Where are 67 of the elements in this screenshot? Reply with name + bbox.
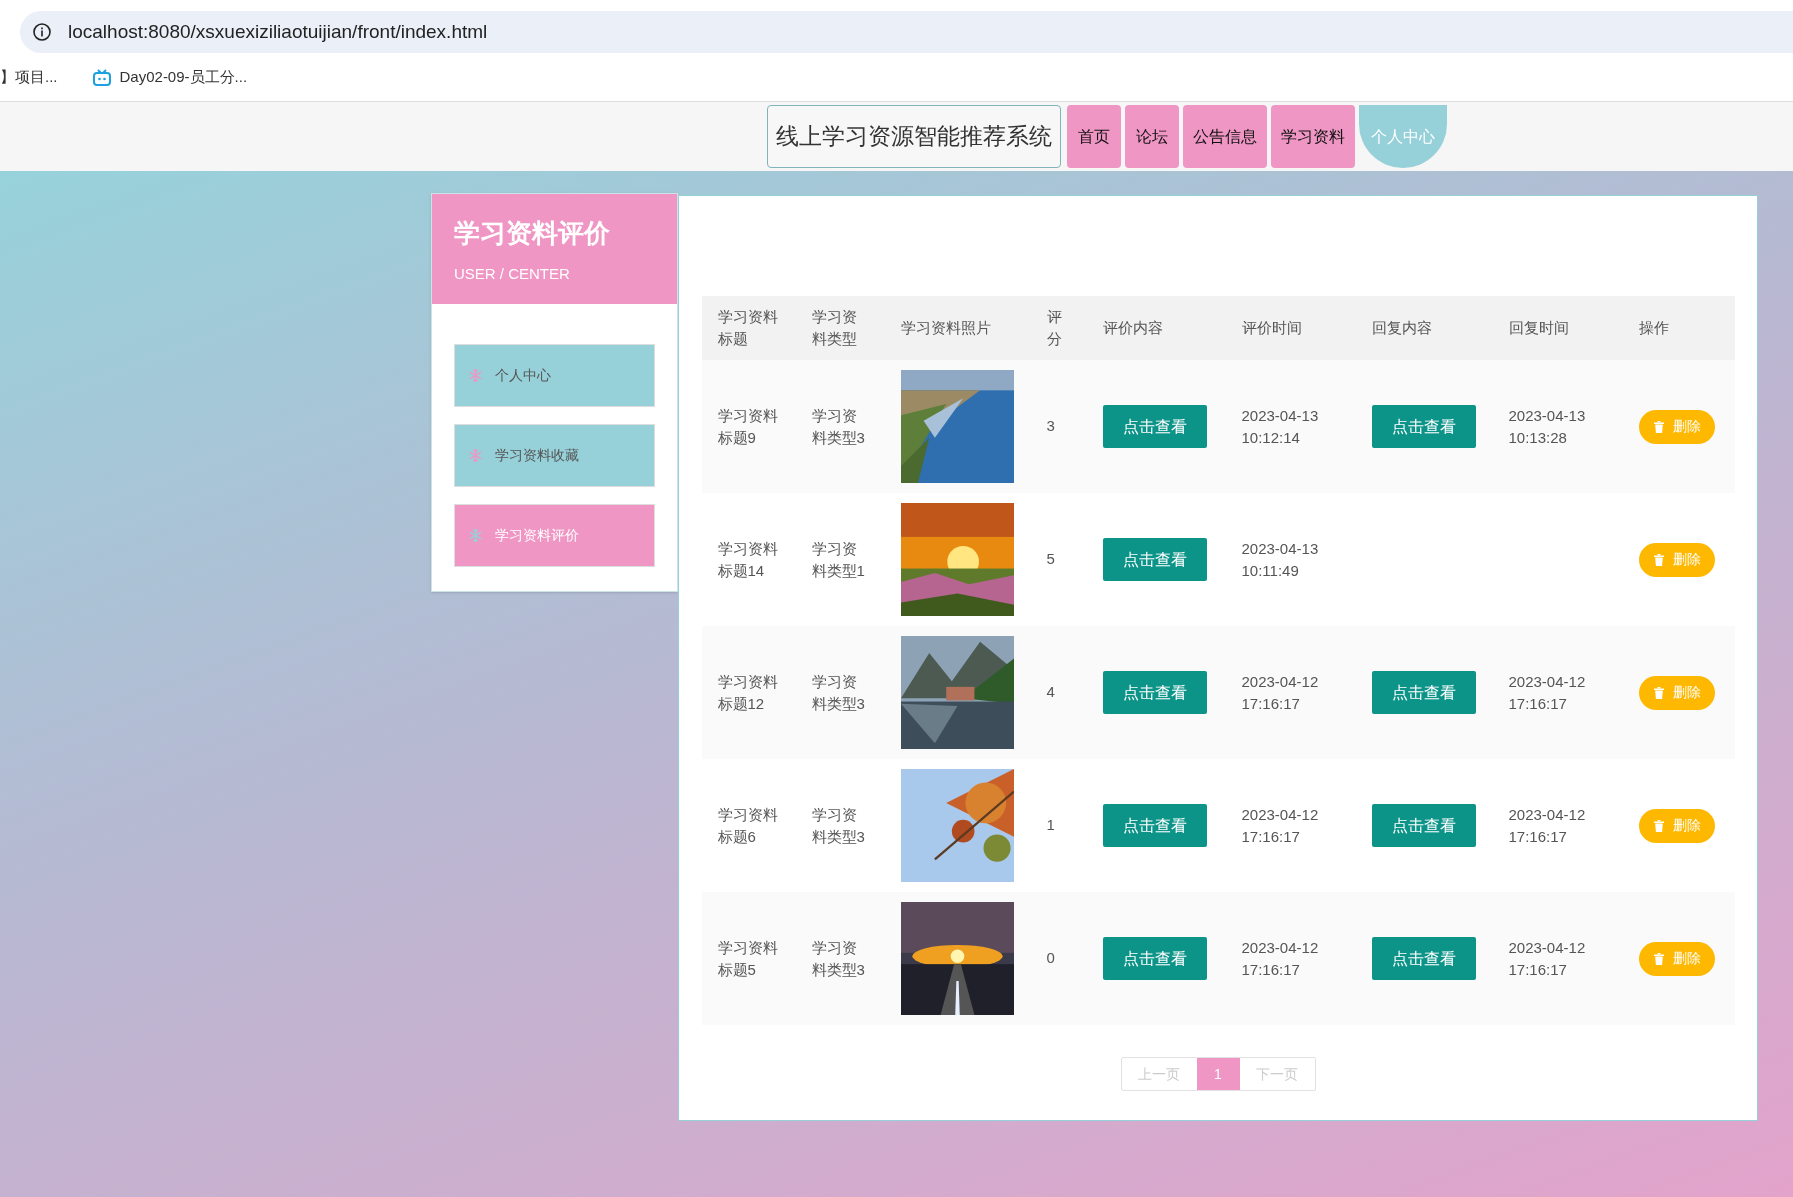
page-button[interactable]: 1 (1196, 1058, 1240, 1090)
column-header: 评价时间 (1225, 296, 1356, 360)
tv-icon (91, 67, 112, 88)
view-button[interactable]: 点击查看 (1102, 671, 1207, 714)
sidebar-item[interactable]: 学习资料评价 (454, 504, 655, 567)
table-cell: 学习资料类型3 (795, 892, 885, 1025)
bookmark[interactable]: 】项目... (0, 66, 58, 89)
trash-icon (1652, 686, 1665, 699)
column-header: 学习资料类型 (795, 296, 885, 360)
nav-tab[interactable]: 首页 (1067, 105, 1121, 168)
column-header: 回复时间 (1492, 296, 1623, 360)
table-cell: 学习资料类型3 (795, 360, 885, 493)
column-header: 学习资料照片 (884, 296, 1031, 360)
table-cell: 学习资料标题9 (701, 360, 796, 493)
view-button[interactable]: 点击查看 (1371, 804, 1476, 847)
trash-icon (1652, 553, 1665, 566)
trash-icon (1652, 819, 1665, 832)
sidebar-subtitle: USER / CENTER (454, 264, 571, 284)
table-cell: 2023-04-13 10:12:14 (1225, 360, 1356, 493)
table-cell: 5 (1030, 493, 1087, 626)
view-button[interactable]: 点击查看 (1371, 671, 1476, 714)
info-icon (32, 22, 52, 42)
table-cell: 学习资料类型3 (795, 626, 885, 759)
table-cell: 2023-04-12 17:16:17 (1225, 892, 1356, 1025)
table-cell: 学习资料标题12 (701, 626, 796, 759)
nav-tab[interactable]: 公告信息 (1183, 105, 1267, 168)
sidebar-title: 学习资料评价 (454, 217, 611, 250)
snowflake-icon (468, 528, 483, 543)
view-button[interactable]: 点击查看 (1371, 937, 1476, 980)
view-button[interactable]: 点击查看 (1102, 405, 1207, 448)
bookmark[interactable]: Day02-09-员工分... (119, 66, 248, 89)
sidebar-item[interactable]: 个人中心 (454, 344, 655, 407)
table-cell: 学习资料类型3 (795, 759, 885, 892)
snowflake-icon (468, 448, 483, 463)
table-cell: 2023-04-13 10:11:49 (1225, 493, 1356, 626)
table-cell: 4 (1030, 626, 1087, 759)
column-header: 学习资料标题 (701, 296, 796, 360)
snowflake-icon (468, 368, 483, 383)
view-button[interactable]: 点击查看 (1102, 804, 1207, 847)
nav-tab[interactable]: 学习资料 (1271, 105, 1355, 168)
table-cell: 1 (1030, 759, 1087, 892)
table-cell: 学习资料标题5 (701, 892, 796, 1025)
column-header: 评分 (1030, 296, 1087, 360)
column-header: 操作 (1622, 296, 1735, 360)
table-cell: 学习资料类型1 (795, 493, 885, 626)
trash-icon (1652, 420, 1665, 433)
sidebar-item[interactable]: 学习资料收藏 (454, 424, 655, 487)
table-cell: 2023-04-12 17:16:17 (1492, 759, 1623, 892)
table-cell: 2023-04-12 17:16:17 (1492, 892, 1623, 1025)
url-text: localhost:8080/xsxuexiziliaotuijian/front/index.html (68, 19, 488, 44)
table-cell: 学习资料标题6 (701, 759, 796, 892)
column-header: 回复内容 (1355, 296, 1493, 360)
table-cell: 学习资料标题14 (701, 493, 796, 626)
table-cell: 2023-04-13 10:13:28 (1492, 360, 1623, 493)
view-button[interactable]: 点击查看 (1102, 937, 1207, 980)
table-cell: 0 (1030, 892, 1087, 1025)
table-cell: 3 (1030, 360, 1087, 493)
trash-icon (1652, 952, 1665, 965)
site-title: 线上学习资源智能推荐系统 (767, 105, 1061, 168)
address-bar[interactable]: localhost:8080/xsxuexiziliaotuijian/front/index.html (20, 11, 1793, 53)
table-cell: 2023-04-12 17:16:17 (1492, 626, 1623, 759)
table-cell: 2023-04-12 17:16:17 (1225, 759, 1356, 892)
table-cell: 2023-04-12 17:16:17 (1225, 626, 1356, 759)
nav-tab[interactable]: 论坛 (1125, 105, 1179, 168)
view-button[interactable]: 点击查看 (1102, 538, 1207, 581)
column-header: 评价内容 (1086, 296, 1226, 360)
view-button[interactable]: 点击查看 (1371, 405, 1476, 448)
